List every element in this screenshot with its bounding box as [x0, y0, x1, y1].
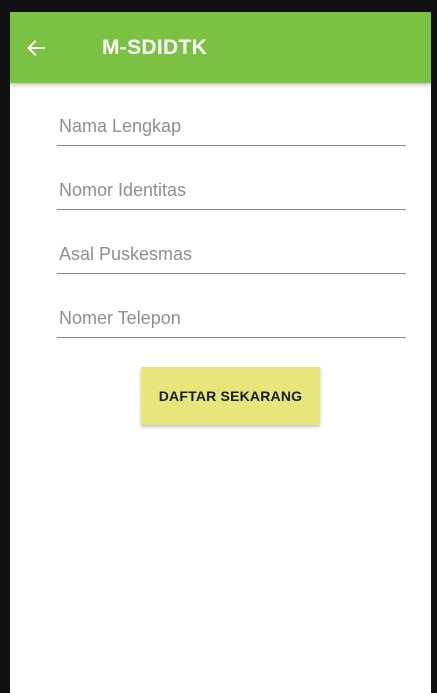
arrow-left-icon	[26, 38, 46, 58]
identity-number-input[interactable]	[57, 178, 406, 210]
app-screen: M-SDIDTK DAFTAR SEKARANG	[10, 12, 431, 693]
app-title: M-SDIDTK	[102, 35, 208, 59]
back-button[interactable]	[10, 12, 62, 83]
full-name-field-wrapper	[57, 83, 406, 146]
puskesmas-origin-field-wrapper	[57, 210, 406, 274]
identity-number-field-wrapper	[57, 146, 406, 210]
register-now-button[interactable]: DAFTAR SEKARANG	[141, 367, 320, 425]
device-bezel-top	[0, 0, 437, 12]
device-frame: M-SDIDTK DAFTAR SEKARANG	[0, 0, 437, 693]
phone-number-input[interactable]	[57, 306, 406, 338]
device-bezel-left	[0, 0, 10, 693]
device-bezel-right	[431, 0, 437, 693]
phone-number-field-wrapper	[57, 274, 406, 338]
registration-form	[57, 83, 406, 338]
app-bar: M-SDIDTK	[10, 12, 431, 83]
puskesmas-origin-input[interactable]	[57, 242, 406, 274]
full-name-input[interactable]	[57, 114, 406, 146]
